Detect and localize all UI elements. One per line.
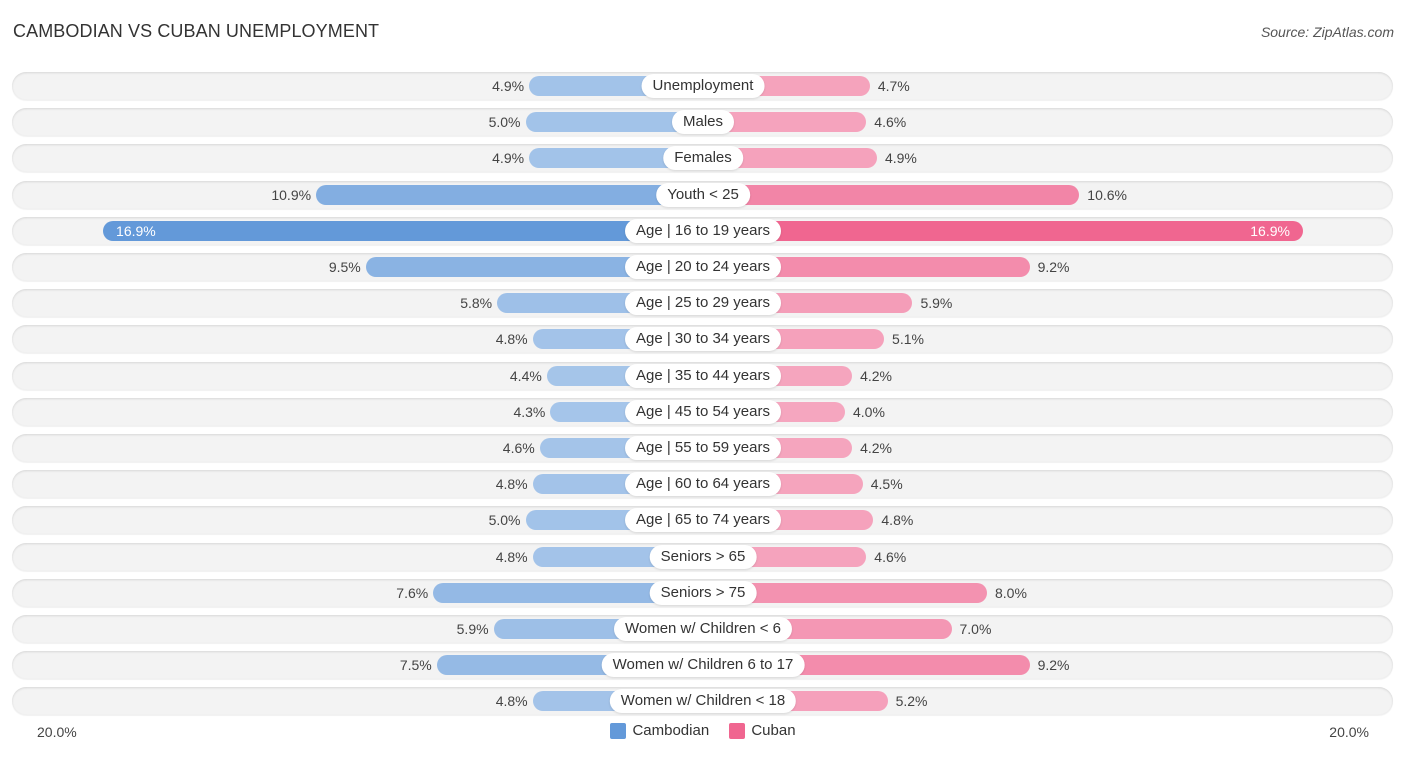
category-label: Age | 30 to 34 years	[625, 327, 781, 352]
cambodian-value-label: 4.3%	[513, 403, 546, 420]
cambodian-value-label: 4.8%	[495, 693, 528, 710]
cambodian-value-label: 5.0%	[488, 512, 521, 529]
cuban-value-label: 7.0%	[959, 621, 992, 637]
cambodian-value-label: 4.8%	[495, 476, 528, 493]
legend-swatch-cuban	[729, 722, 746, 739]
legend-item-cuban[interactable]: Cuban	[729, 722, 796, 739]
cambodian-value-label: 7.6%	[396, 584, 429, 601]
cuban-value-label: 4.6%	[874, 548, 907, 565]
category-label: Age | 65 to 74 years	[625, 508, 781, 533]
category-label: Women w/ Children 6 to 17	[601, 653, 805, 678]
legend-item-cambodian[interactable]: Cambodian	[610, 722, 709, 739]
category-label: Unemployment	[641, 74, 765, 98]
cuban-value-label: 4.0%	[853, 403, 885, 420]
cambodian-value-label: 4.6%	[502, 440, 535, 456]
category-label: Age | 55 to 59 years	[625, 436, 781, 460]
category-label: Age | 25 to 29 years	[625, 291, 781, 316]
category-label: Age | 20 to 24 years	[625, 255, 781, 279]
cambodian-value-label: 10.9%	[271, 186, 312, 203]
cambodian-value-label: 5.0%	[488, 114, 521, 131]
cuban-value-label: 9.2%	[1037, 259, 1070, 275]
cuban-value-label: 16.9%	[1250, 222, 1290, 239]
cambodian-value-label: 4.9%	[492, 78, 525, 94]
cuban-bar[interactable]	[703, 184, 1080, 205]
cuban-value-label: 9.2%	[1037, 657, 1070, 674]
cambodian-value-label: 9.5%	[328, 259, 361, 275]
cuban-value-label: 4.7%	[877, 78, 910, 94]
category-label: Seniors > 75	[649, 580, 757, 605]
cambodian-bar[interactable]	[103, 220, 703, 241]
diverging-bar-chart: 4.9% 4.7% Unemployment 5.0% 4.6% Males 4.9% 4.9…	[0, 0, 1406, 757]
legend-label-cambodian: Cambodian	[632, 722, 710, 739]
category-label: Seniors > 65	[649, 544, 757, 569]
cuban-value-label: 4.2%	[860, 440, 893, 456]
cuban-value-label: 4.8%	[881, 512, 914, 529]
category-label: Age | 16 to 19 years	[625, 218, 781, 243]
cambodian-value-label: 4.9%	[492, 150, 525, 167]
cuban-value-label: 5.9%	[920, 295, 953, 312]
cuban-value-label: 4.6%	[874, 114, 907, 131]
legend-label-cuban: Cuban	[751, 722, 796, 739]
cuban-value-label: 4.9%	[884, 150, 917, 167]
cambodian-bar[interactable]	[316, 184, 703, 205]
cambodian-value-label: 4.4%	[509, 367, 542, 384]
legend-swatch-cambodian	[610, 722, 627, 739]
cambodian-value-label: 16.9%	[116, 222, 156, 239]
legend: Cambodian Cuban	[0, 722, 1406, 743]
cuban-value-label: 5.1%	[892, 331, 924, 348]
category-label: Males	[671, 110, 735, 135]
cuban-bar[interactable]	[703, 220, 1303, 241]
category-label: Women w/ Children < 18	[609, 689, 797, 714]
cuban-value-label: 8.0%	[995, 584, 1027, 601]
category-label: Females	[663, 146, 743, 171]
category-label: Age | 35 to 44 years	[625, 363, 781, 388]
cambodian-value-label: 4.8%	[495, 331, 528, 348]
category-label: Age | 60 to 64 years	[625, 472, 781, 497]
cuban-value-label: 4.5%	[870, 476, 903, 493]
category-label: Women w/ Children < 6	[613, 617, 793, 641]
category-label: Age | 45 to 54 years	[625, 399, 781, 424]
cambodian-value-label: 7.5%	[399, 657, 432, 674]
cambodian-value-label: 5.9%	[456, 621, 489, 637]
cambodian-value-label: 4.8%	[495, 548, 528, 565]
cuban-value-label: 10.6%	[1087, 186, 1127, 203]
cuban-value-label: 5.2%	[895, 693, 928, 710]
cuban-value-label: 4.2%	[860, 367, 893, 384]
category-label: Youth < 25	[656, 182, 750, 207]
cambodian-value-label: 5.8%	[460, 295, 493, 312]
